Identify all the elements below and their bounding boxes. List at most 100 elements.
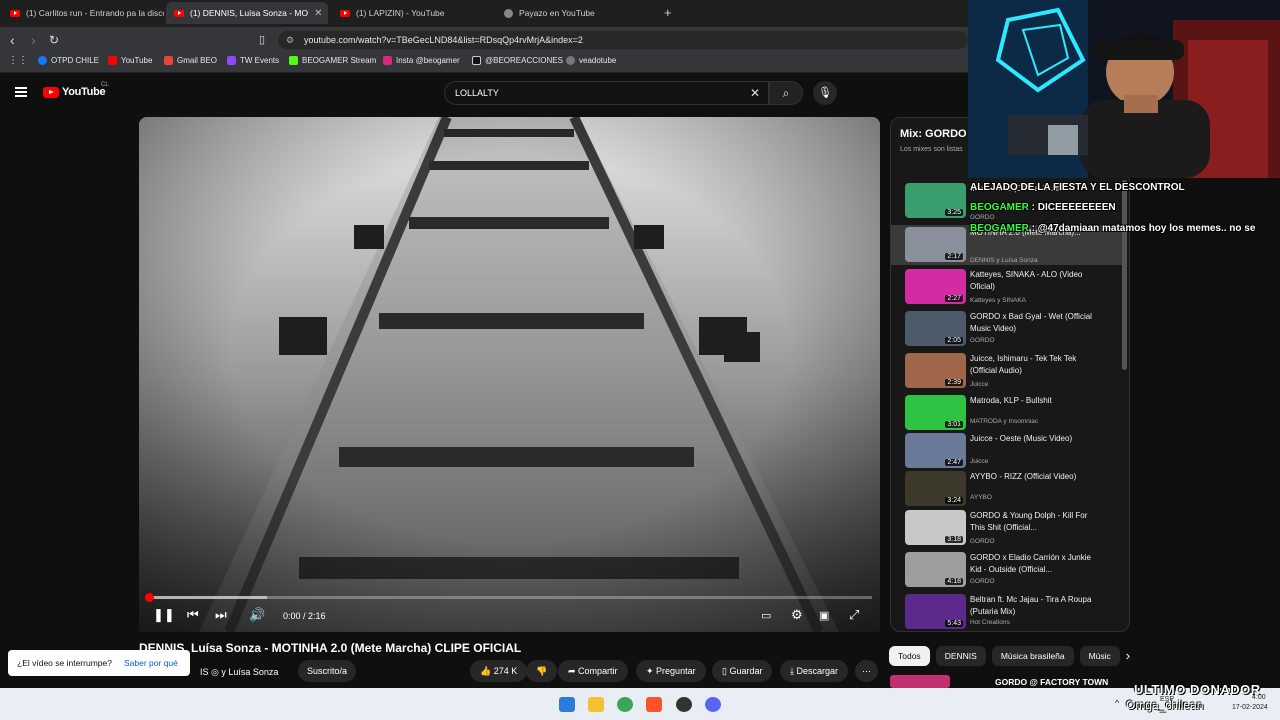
video-duration: 3:24 xyxy=(945,497,963,504)
last-donor-name: Omga_chilean xyxy=(1126,698,1204,712)
apps-grid-icon[interactable]: ⋮⋮ xyxy=(8,55,28,66)
download-label: Descargar xyxy=(796,666,838,676)
discord-icon[interactable] xyxy=(705,697,721,712)
subscribe-button[interactable]: Suscrito/a xyxy=(298,660,357,682)
video-thumbnail[interactable]: 5:43 xyxy=(905,594,966,629)
download-button[interactable]: ⤓ Descargar xyxy=(780,660,848,682)
thumbs-up-icon: 👍 xyxy=(480,666,494,676)
video-player[interactable]: ❚❚ ⏮ ⏭ 🔊 0:00 / 2:16 ▭ ⚙ ▣ ⤢ xyxy=(139,117,880,632)
video-thumbnail[interactable]: 4:18 xyxy=(905,552,966,587)
tab-title: (1) LAPIZIN) - YouTube xyxy=(356,8,445,18)
video-thumbnail[interactable]: 2:39 xyxy=(905,353,966,388)
settings-icon[interactable]: ⚙ xyxy=(791,607,803,623)
more-actions-button[interactable]: ⋯ xyxy=(855,660,878,682)
search-button[interactable]: ⌕ xyxy=(769,81,803,105)
share-label: Compartir xyxy=(578,666,618,676)
video-thumbnail[interactable]: 3:25 xyxy=(905,183,966,218)
like-button[interactable]: 👍 274 K xyxy=(470,660,528,682)
bookmark-label: Gmail BEO xyxy=(177,56,218,65)
bookmark-youtube[interactable]: YouTube xyxy=(108,56,152,65)
subtitles-icon[interactable]: ▭ xyxy=(761,609,771,622)
video-thumbnail[interactable]: 2:17 xyxy=(905,227,966,262)
save-button[interactable]: ▯ Guardar xyxy=(712,660,773,682)
next-icon[interactable]: ⏭ xyxy=(215,607,227,623)
scrubber-handle[interactable] xyxy=(145,593,154,602)
theater-mode-icon[interactable]: ▣ xyxy=(819,609,829,622)
clock-date[interactable]: 17-02-2024 xyxy=(1232,704,1268,711)
close-tab-icon[interactable]: ✕ xyxy=(308,8,322,19)
start-icon[interactable] xyxy=(559,697,575,712)
youtube-logo[interactable]: YouTube xyxy=(43,86,106,98)
video-duration: 2:27 xyxy=(945,295,963,302)
previous-icon[interactable]: ⏮ xyxy=(187,607,199,623)
site-info-icon[interactable]: ⚙ xyxy=(286,31,294,49)
video-duration: 2:05 xyxy=(945,337,963,344)
video-thumbnail[interactable]: 3:18 xyxy=(905,510,966,545)
bookmark-beoreacciones[interactable]: @BEOREACCIONES xyxy=(472,56,563,65)
youtube-logo-icon xyxy=(43,86,59,98)
chat-user: BEOGAMER xyxy=(970,202,1029,213)
video-thumbnail[interactable]: 2:27 xyxy=(905,269,966,304)
tab-dennis[interactable]: (1) DENNIS, Luísa Sonza - MO ✕ xyxy=(166,2,328,24)
bookmark-icon[interactable]: ▯ xyxy=(259,33,265,46)
forward-icon[interactable]: › xyxy=(31,32,36,48)
new-tab-icon[interactable]: + xyxy=(664,5,672,20)
video-thumbnail[interactable]: 3:01 xyxy=(905,395,966,430)
obs-icon[interactable] xyxy=(676,697,692,712)
screen: (1) Carlitos run - Entrando pa la disco … xyxy=(0,0,1280,720)
bookmark-tw-events[interactable]: TW Events xyxy=(227,56,279,65)
youtube-favicon-icon xyxy=(340,9,350,17)
chrome-icon[interactable] xyxy=(617,697,633,712)
windows-taskbar: ^ ESP 4:00 17-02-2024 xyxy=(0,688,1280,720)
chip-todos[interactable]: Todos xyxy=(889,646,930,666)
streamer-webcam xyxy=(968,0,1280,178)
video-thumbnail[interactable]: 2:05 xyxy=(905,311,966,346)
search-input[interactable]: LOLLALTY ✕ xyxy=(444,81,769,105)
next-video-thumbnail[interactable] xyxy=(890,675,950,688)
video-title: DENNIS, Luísa Sonza - MOTINHA 2.0 (Mete … xyxy=(139,641,522,655)
bookmark-label: TW Events xyxy=(240,56,280,65)
bookmark-gmail[interactable]: Gmail BEO xyxy=(164,56,217,65)
pause-icon[interactable]: ❚❚ xyxy=(153,607,175,623)
voice-search-button[interactable]: 🎙 xyxy=(813,81,837,105)
bookmark-veadotube[interactable]: veadotube xyxy=(566,56,616,65)
search-value: LOLLALTY xyxy=(455,88,499,98)
bookmark-label: OTPD CHILE xyxy=(51,56,100,65)
bookmark-beogamer-stream[interactable]: BEOGAMER Stream xyxy=(289,56,376,65)
back-icon[interactable]: ‹ xyxy=(10,32,15,48)
volume-icon[interactable]: 🔊 xyxy=(249,607,265,623)
bookmark-label: BEOGAMER Stream xyxy=(302,56,377,65)
video-time: 0:00 / 2:16 xyxy=(283,611,326,621)
channel-name[interactable]: IS ◎ y Luísa Sonza xyxy=(200,667,278,678)
ask-button[interactable]: ✦ Preguntar xyxy=(636,660,706,682)
buffer-bar xyxy=(147,596,267,599)
brave-icon[interactable] xyxy=(646,697,662,712)
video-thumbnail[interactable]: 3:24 xyxy=(905,471,966,506)
gmail-icon xyxy=(164,56,173,65)
url-field[interactable]: ⚙ youtube.com/watch?v=TBeGecLND84&list=R… xyxy=(278,31,968,49)
instagram-icon xyxy=(383,56,392,65)
video-thumbnail[interactable]: 2:47 xyxy=(905,433,966,468)
menu-icon[interactable] xyxy=(15,87,27,97)
microphone-icon: 🎙 xyxy=(818,87,832,99)
tab-payazo[interactable]: Payazo en YouTube xyxy=(496,2,656,24)
veadotube-icon xyxy=(566,56,575,65)
video-duration: 3:25 xyxy=(945,209,963,216)
share-button[interactable]: ➦ Compartir xyxy=(558,660,628,682)
bookmark-insta[interactable]: Insta @beogamer xyxy=(383,56,460,65)
clear-search-icon[interactable]: ✕ xyxy=(750,82,760,104)
bookmark-otpd[interactable]: OTPD CHILE xyxy=(38,56,99,65)
bookmark-label: @BEOREACCIONES xyxy=(485,56,563,65)
reload-icon[interactable]: ↻ xyxy=(49,33,59,47)
last-donor-title: ULTIMO DONADOR xyxy=(1134,682,1261,697)
tab-carlitos[interactable]: (1) Carlitos run - Entrando pa la disco xyxy=(2,2,164,24)
progress-bar[interactable] xyxy=(145,593,872,602)
dislike-button[interactable]: 👎 xyxy=(526,660,558,682)
logo-text: YouTube xyxy=(62,86,106,98)
playlist-title: Mix: GORDO xyxy=(900,128,967,140)
fullscreen-icon[interactable]: ⤢ xyxy=(849,607,859,623)
tab-lapizin[interactable]: (1) LAPIZIN) - YouTube xyxy=(332,2,494,24)
system-tray-chevron-icon[interactable]: ^ xyxy=(1115,698,1119,708)
file-explorer-icon[interactable] xyxy=(588,697,604,712)
learn-why-link[interactable]: Saber por qué xyxy=(124,650,178,676)
